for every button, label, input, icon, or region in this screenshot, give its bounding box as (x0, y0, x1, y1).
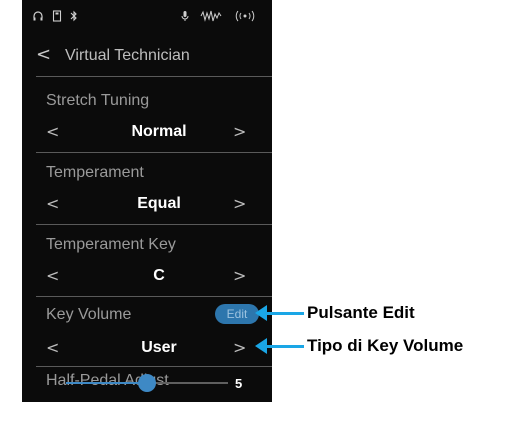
audio-recorder-icon (200, 10, 222, 25)
key-volume-callout-line (262, 345, 304, 348)
divider (36, 152, 272, 153)
temperament-key-label: Temperament Key (46, 236, 176, 253)
stretch-tuning-label: Stretch Tuning (46, 92, 150, 109)
header: < Virtual Technician (22, 40, 272, 74)
microphone-icon (181, 10, 189, 25)
device-screen: < Virtual Technician Stretch Tuning < No… (22, 0, 272, 402)
temperament-selector: < Equal > (46, 194, 272, 216)
temperament-next-button[interactable]: > (233, 194, 246, 213)
status-bar (22, 0, 272, 34)
half-pedal-slider-thumb[interactable] (138, 374, 156, 392)
stretch-tuning-selector: < Normal > (46, 122, 272, 144)
divider (36, 296, 272, 297)
temperament-label: Temperament (46, 164, 144, 181)
divider (36, 224, 272, 225)
key-volume-selector: < User > (46, 338, 272, 360)
stretch-tuning-next-button[interactable]: > (233, 122, 246, 141)
key-volume-next-button[interactable]: > (233, 338, 246, 357)
key-volume-type-callout: Tipo di Key Volume (307, 336, 464, 355)
half-pedal-slider-fill (66, 382, 147, 384)
half-pedal-slider-track[interactable] (66, 374, 228, 392)
usb-icon (52, 10, 62, 25)
half-pedal-adjust-value: 5 (235, 376, 243, 391)
key-volume-label: Key Volume (46, 306, 132, 323)
edit-callout-line (262, 312, 304, 315)
temperament-key-next-button[interactable]: > (233, 266, 246, 285)
key-volume-callout-arrow-icon (255, 338, 267, 354)
page-title: Virtual Technician (65, 47, 190, 64)
wireless-icon (234, 10, 256, 25)
edit-callout-arrow-icon (255, 305, 267, 321)
temperament-key-selector: < C > (46, 266, 272, 288)
headphone-icon (32, 10, 44, 25)
divider (36, 366, 272, 367)
back-button[interactable]: < (36, 44, 51, 65)
key-volume-edit-button[interactable]: Edit (215, 304, 259, 324)
edit-button-callout: Pulsante Edit (307, 303, 415, 322)
divider (36, 76, 272, 77)
bluetooth-icon (70, 10, 78, 25)
